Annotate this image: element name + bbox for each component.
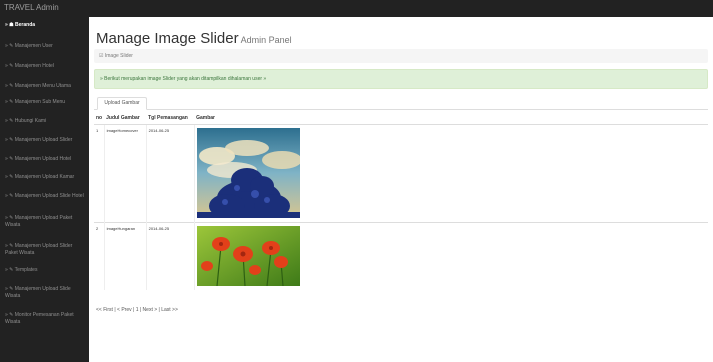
sidebar-item-upload-slide-wisata[interactable]: » ✎ Manajemen Upload Slide Wisata — [0, 286, 89, 300]
sidebar-item-manajemen-hotel[interactable]: » ✎ Manajemen Hotel — [0, 63, 89, 70]
cell-gambar — [193, 124, 708, 223]
sidebar-item-upload-slide-hotel[interactable]: » ✎ Manajemen Upload Slide Hotel — [0, 193, 89, 200]
table-row: 1 imageHomecover 2014-06-25 — [94, 124, 708, 223]
sidebar-item-beranda[interactable]: » ☗ Beranda — [0, 22, 89, 29]
slider-image-poppies — [196, 226, 300, 287]
table-header-row: no Judul Gambar Tgl Pemasangan Gambar — [94, 112, 708, 125]
column-header-gambar: Gambar — [194, 112, 708, 125]
sidebar-item-manajemen-sub-menu[interactable]: » ✎ Manajemen Sub Menu — [0, 99, 89, 106]
pagination-links[interactable]: << First | < Prev | 1 | Next > | Last >> — [96, 307, 178, 313]
slider-table: no Judul Gambar Tgl Pemasangan Gambar 1 … — [94, 112, 708, 290]
sidebar-item-upload-hotel[interactable]: » ✎ Manajemen Upload Hotel — [0, 156, 89, 163]
sidebar-item-manajemen-user[interactable]: » ✎ Manajemen User — [0, 43, 89, 50]
sidebar-item-monitor-pemesanan[interactable]: » ✎ Monitor Pemesanan Paket Wisata — [0, 312, 89, 326]
column-header-tgl: Tgl Pemasangan — [146, 112, 195, 125]
tab-bar: Upload Gambar — [94, 97, 708, 110]
breadcrumb-item: ☑ Image Slider — [99, 53, 133, 59]
table-row: 2 imageHungaran 2014-06-25 — [94, 222, 708, 290]
column-header-no: no — [94, 112, 105, 125]
sidebar-item-upload-kamar[interactable]: » ✎ Manajemen Upload Kamar — [0, 174, 89, 181]
top-navbar: TRAVEL Admin — [0, 0, 713, 17]
sidebar-item-manajemen-menu-utama[interactable]: » ✎ Manajemen Menu Utama — [0, 83, 89, 90]
cell-tgl: 2014-06-25 — [145, 222, 195, 290]
pagination: << First | < Prev | 1 | Next > | Last >> — [96, 307, 178, 313]
slider-image-tree — [196, 128, 302, 218]
sidebar-item-hubungi-kami[interactable]: » ✎ Hubungi Kami — [0, 118, 89, 125]
cell-judul: imageHomecover — [103, 124, 147, 223]
sidebar-item-upload-paket-wisata[interactable]: » ✎ Manajemen Upload Paket Wisata — [0, 215, 89, 229]
breadcrumb: ☑ Image Slider — [94, 49, 708, 63]
cell-gambar — [193, 222, 708, 290]
page-subtitle: Admin Panel — [240, 35, 292, 45]
sidebar: » ☗ Beranda » ✎ Manajemen User » ✎ Manaj… — [0, 17, 89, 362]
cell-judul: imageHungaran — [103, 222, 147, 290]
main-content: Manage Image Slider Admin Panel ☑ Image S… — [89, 17, 713, 362]
alert-text: » Berikut merupakan image Slider yang ak… — [100, 76, 267, 82]
sidebar-item-upload-slider[interactable]: » ✎ Manajemen Upload Slider — [0, 137, 89, 144]
sidebar-item-templates[interactable]: » ✎ Templates — [0, 267, 89, 274]
cell-no: 1 — [94, 124, 105, 223]
cell-no: 2 — [94, 222, 105, 290]
page-title: Manage Image Slider Admin Panel — [96, 30, 292, 47]
cell-tgl: 2014-06-25 — [145, 124, 195, 223]
column-header-judul: Judul Gambar — [104, 112, 147, 125]
brand-link[interactable]: TRAVEL Admin — [4, 3, 59, 12]
page-title-text: Manage Image Slider — [96, 30, 239, 47]
tab-upload-gambar[interactable]: Upload Gambar — [97, 97, 147, 110]
sidebar-item-upload-slider-paket-wisata[interactable]: » ✎ Manajemen Upload Slider Paket Wisata — [0, 243, 89, 257]
info-alert: » Berikut merupakan image Slider yang ak… — [94, 69, 708, 89]
